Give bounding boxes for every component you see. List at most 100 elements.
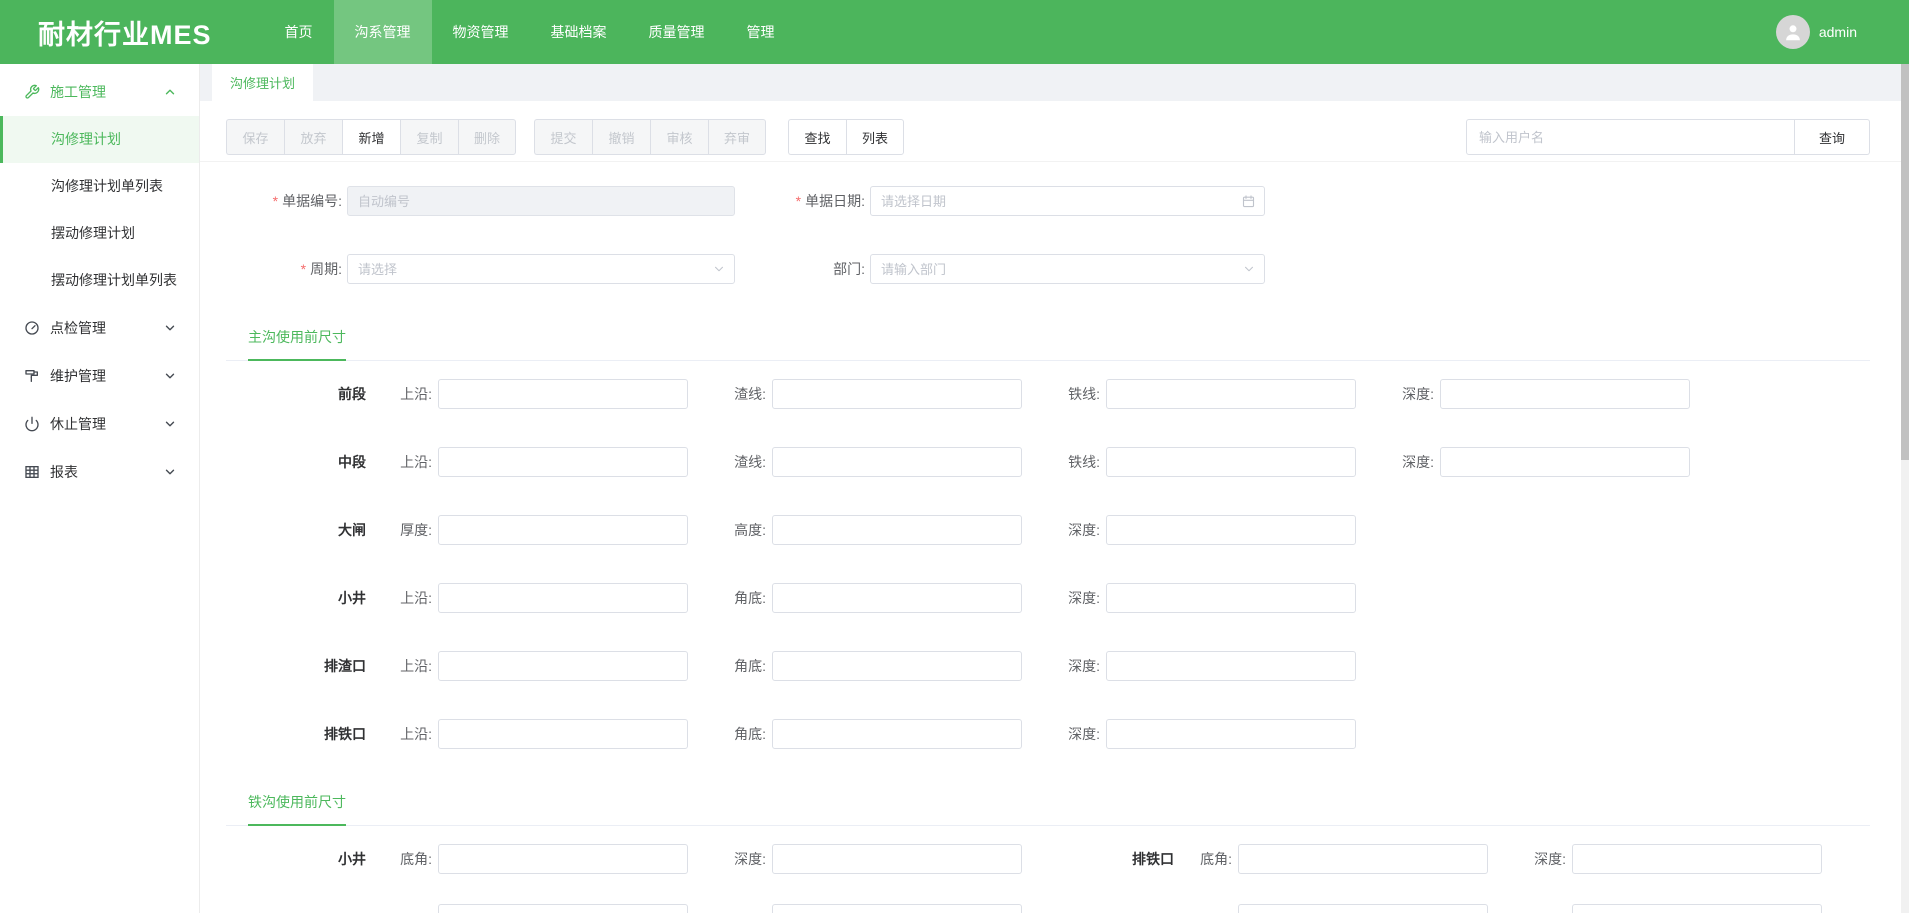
dim-input[interactable] — [772, 379, 1022, 409]
query-button[interactable]: 查询 — [1795, 119, 1870, 155]
dim-input[interactable] — [1440, 447, 1690, 477]
sidebar-item-gou-repair-plan[interactable]: 沟修理计划 — [0, 116, 199, 163]
doc-date-label: 单据日期 — [735, 191, 870, 211]
toolbar-group-workflow: 提交 撤销 审核 弃审 — [534, 119, 766, 155]
dim-input[interactable] — [438, 844, 688, 874]
dim-input[interactable] — [438, 651, 688, 681]
list-button[interactable]: 列表 — [846, 119, 904, 155]
save-button[interactable]: 保存 — [226, 119, 284, 155]
toolbar-group-edit: 保存 放弃 新增 复制 删除 — [226, 119, 516, 155]
field-label: 深度 — [1356, 452, 1440, 472]
dim-input[interactable] — [772, 447, 1022, 477]
field-label: 上沿 — [366, 384, 438, 404]
dim-input[interactable] — [438, 515, 688, 545]
sidebar-group-reports[interactable]: 报表 — [0, 448, 199, 496]
chevron-down-icon — [163, 465, 177, 479]
user-menu[interactable]: admin — [1776, 0, 1857, 64]
discard-button[interactable]: 放弃 — [284, 119, 342, 155]
dim-input[interactable] — [1572, 844, 1822, 874]
dim-input[interactable] — [1238, 904, 1488, 913]
unaudit-button[interactable]: 弃审 — [708, 119, 766, 155]
dim-input[interactable] — [1106, 515, 1356, 545]
dim-input[interactable] — [1106, 379, 1356, 409]
dim-input[interactable] — [772, 651, 1022, 681]
field-label: 深度 — [1022, 520, 1106, 540]
cycle-select[interactable] — [347, 254, 735, 284]
field-label: 底角 — [366, 849, 438, 869]
form-row-doc: 单据编号 单据日期 — [200, 186, 1909, 216]
dim-input[interactable] — [772, 904, 1022, 913]
main-area: 沟修理计划 保存 放弃 新增 复制 删除 提交 撤销 审核 弃审 — [200, 64, 1909, 913]
dim-input[interactable] — [772, 583, 1022, 613]
form-row-cycle: 周期 部门 — [200, 254, 1909, 284]
dim-input[interactable] — [1238, 844, 1488, 874]
content-panel: 保存 放弃 新增 复制 删除 提交 撤销 审核 弃审 查找 列表 — [200, 101, 1909, 913]
chevron-down-icon — [163, 417, 177, 431]
section-header-iron-trough: 铁沟使用前尺寸 — [226, 792, 1870, 826]
dim-input[interactable] — [1106, 583, 1356, 613]
scrollbar-thumb[interactable] — [1901, 64, 1909, 460]
dim-input[interactable] — [438, 904, 688, 913]
sidebar-group-shutdown[interactable]: 休止管理 — [0, 400, 199, 448]
dept-label: 部门 — [735, 259, 870, 279]
dim-input[interactable] — [438, 447, 688, 477]
search-input[interactable] — [1466, 119, 1795, 155]
find-button[interactable]: 查找 — [788, 119, 846, 155]
dim-row-iron-outlet: 排铁口 上沿 角底 深度 — [200, 719, 1909, 749]
copy-button[interactable]: 复制 — [400, 119, 458, 155]
sidebar-group-maintenance[interactable]: 维护管理 — [0, 352, 199, 400]
scrollbar[interactable] — [1901, 64, 1909, 913]
dim-input[interactable] — [1106, 447, 1356, 477]
nav-item-gouxi[interactable]: 沟系管理 — [334, 0, 432, 64]
submit-button[interactable]: 提交 — [534, 119, 592, 155]
dim-input[interactable] — [772, 515, 1022, 545]
app-logo: 耐材行业MES — [38, 13, 212, 52]
sidebar-item-swing-repair-plan-list[interactable]: 摆动修理计划单列表 — [0, 257, 199, 304]
sidebar-group-label: 报表 — [50, 462, 78, 482]
sidebar-group-label: 施工管理 — [50, 82, 106, 102]
nav-item-materials[interactable]: 物资管理 — [432, 0, 530, 64]
dim-input[interactable] — [1106, 719, 1356, 749]
audit-button[interactable]: 审核 — [650, 119, 708, 155]
sidebar-group-label: 点检管理 — [50, 318, 106, 338]
cycle-wrap — [347, 254, 735, 284]
revoke-button[interactable]: 撤销 — [592, 119, 650, 155]
doc-date-wrap — [870, 186, 1265, 216]
sidebar-item-swing-repair-plan[interactable]: 摆动修理计划 — [0, 210, 199, 257]
cycle-label: 周期 — [226, 259, 347, 279]
power-icon — [24, 416, 40, 432]
dim-input[interactable] — [1572, 904, 1822, 913]
nav-item-home[interactable]: 首页 — [264, 0, 334, 64]
add-button[interactable]: 新增 — [342, 119, 400, 155]
sidebar-item-gou-repair-plan-list[interactable]: 沟修理计划单列表 — [0, 163, 199, 210]
sidebar: 施工管理 沟修理计划 沟修理计划单列表 摆动修理计划 摆动修理计划单列表 点检管… — [0, 64, 200, 913]
nav-item-archives[interactable]: 基础档案 — [530, 0, 628, 64]
doc-date-field[interactable] — [870, 186, 1265, 216]
chevron-down-icon — [163, 369, 177, 383]
dim-input[interactable] — [438, 719, 688, 749]
dim-row-slag-outlet: 排渣口 上沿 角底 深度 — [200, 651, 1909, 681]
doc-no-wrap — [347, 186, 735, 216]
sidebar-group-construction[interactable]: 施工管理 — [0, 68, 199, 116]
sidebar-group-inspection[interactable]: 点检管理 — [0, 304, 199, 352]
dim-input[interactable] — [438, 379, 688, 409]
nav-item-quality[interactable]: 质量管理 — [628, 0, 726, 64]
gauge-icon — [24, 320, 40, 336]
sidebar-group-label: 维护管理 — [50, 366, 106, 386]
dim-input[interactable] — [772, 844, 1022, 874]
row-name: 小井 — [226, 588, 366, 608]
dim-input[interactable] — [772, 719, 1022, 749]
table-icon — [24, 464, 40, 480]
dept-select[interactable] — [870, 254, 1265, 284]
field-label: 深度 — [688, 849, 772, 869]
row-name: 排渣口 — [226, 656, 366, 676]
tab-gou-repair-plan[interactable]: 沟修理计划 — [212, 64, 313, 101]
section-title: 铁沟使用前尺寸 — [248, 792, 346, 826]
dim-input[interactable] — [438, 583, 688, 613]
delete-button[interactable]: 删除 — [458, 119, 516, 155]
nav-item-admin[interactable]: 管理 — [726, 0, 796, 64]
field-label: 上沿 — [366, 588, 438, 608]
dim-input[interactable] — [1106, 651, 1356, 681]
dim-input[interactable] — [1440, 379, 1690, 409]
dim-row-small-well: 小井 上沿 角底 深度 — [200, 583, 1909, 613]
